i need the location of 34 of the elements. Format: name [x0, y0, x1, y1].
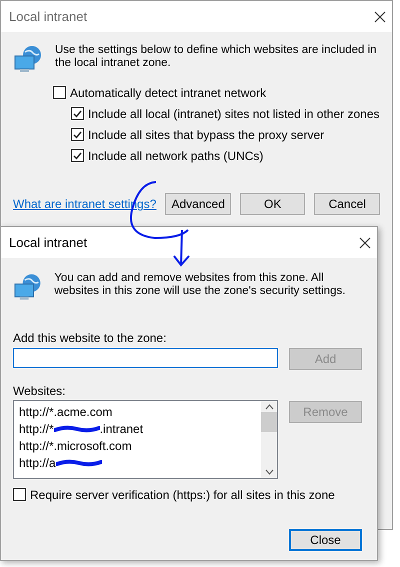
- description-text: Use the settings below to define which websites are included in the local intranet zone.: [55, 44, 378, 70]
- scroll-down-icon[interactable]: [264, 469, 274, 475]
- scroll-up-icon[interactable]: [264, 404, 274, 410]
- website-item[interactable]: http://* .intranet: [19, 420, 261, 437]
- checkbox[interactable]: [53, 86, 66, 99]
- checkbox-label: Include all sites that bypass the proxy server: [88, 128, 324, 142]
- checkbox-label: Include all network paths (UNCs): [88, 148, 264, 162]
- description-text: You can add and remove websites from this zone. All websites in this zone will use the zone's security settings.: [54, 272, 346, 298]
- website-input-field[interactable]: [13, 348, 278, 368]
- close-icon[interactable]: [374, 10, 386, 22]
- scrollbar[interactable]: [261, 401, 277, 478]
- list-label: Websites:: [13, 384, 66, 398]
- checkbox[interactable]: [13, 488, 26, 501]
- field-label: Add this website to the zone:: [13, 331, 168, 345]
- checkbox[interactable]: [71, 128, 84, 141]
- globe-monitor-icon: [13, 272, 42, 302]
- website-item[interactable]: http://*.acme.com: [19, 403, 261, 420]
- websites-list[interactable]: http://*.acme.com http://* .intranet http://*.microsoft.com http://a: [13, 400, 278, 479]
- window-title: Local intranet: [9, 235, 88, 250]
- checkbox[interactable]: [71, 107, 84, 120]
- website-item[interactable]: http://a: [19, 454, 261, 471]
- window-title: Local intranet: [9, 9, 88, 24]
- website-item[interactable]: http://*.microsoft.com: [19, 437, 261, 454]
- close-button[interactable]: Close: [289, 529, 362, 551]
- dialog-button[interactable]: Advanced: [165, 193, 231, 215]
- globe-monitor-icon: [13, 44, 43, 74]
- close-icon[interactable]: [359, 236, 371, 248]
- checkbox-label: Require server verification (https:) for all sites in this zone: [30, 488, 335, 502]
- dialog-button[interactable]: OK: [240, 193, 306, 215]
- checkbox-label: Include all local (intranet) sites not listed in other zones: [88, 106, 380, 120]
- dialog-button[interactable]: Cancel: [314, 193, 380, 215]
- checkbox[interactable]: [71, 149, 84, 162]
- hand-drawn-arrow: [172, 229, 190, 267]
- checkbox-label: Automatically detect intranet network: [70, 86, 266, 100]
